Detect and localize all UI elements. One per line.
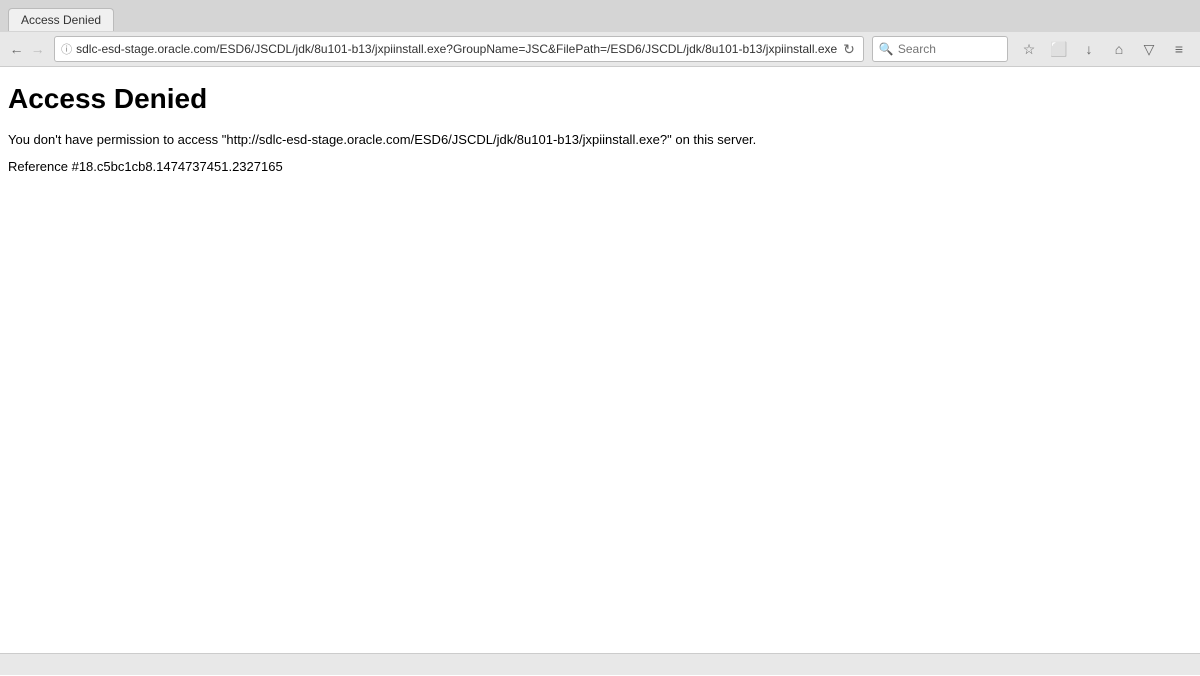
home-icon: ⌂ bbox=[1115, 41, 1123, 57]
toolbar-right-icons: ☆ ⬜ ↓ ⌂ ▽ ≡ bbox=[1016, 36, 1192, 62]
back-button[interactable]: ← bbox=[8, 36, 25, 62]
address-text: sdlc-esd-stage.oracle.com/ESD6/JSCDL/jdk… bbox=[76, 42, 837, 56]
screenshot-button[interactable]: ⬜ bbox=[1046, 36, 1072, 62]
bookmark-button[interactable]: ☆ bbox=[1016, 36, 1042, 62]
pocket-button[interactable]: ▽ bbox=[1136, 36, 1162, 62]
home-button[interactable]: ⌂ bbox=[1106, 36, 1132, 62]
page-content: Access Denied You don't have permission … bbox=[0, 67, 1200, 676]
bookmark-icon: ☆ bbox=[1023, 41, 1036, 58]
page-description: You don't have permission to access "htt… bbox=[8, 131, 1192, 149]
forward-button[interactable]: → bbox=[29, 36, 46, 62]
menu-icon: ≡ bbox=[1175, 41, 1183, 57]
pocket-icon: ▽ bbox=[1144, 41, 1155, 58]
search-icon: 🔍 bbox=[879, 42, 894, 56]
address-bar[interactable]: ⓘ sdlc-esd-stage.oracle.com/ESD6/JSCDL/j… bbox=[54, 36, 864, 62]
status-bar bbox=[0, 653, 1200, 675]
toolbar: ← → ⓘ sdlc-esd-stage.oracle.com/ESD6/JSC… bbox=[0, 32, 1200, 66]
search-bar[interactable]: 🔍 bbox=[872, 36, 1008, 62]
download-button[interactable]: ↓ bbox=[1076, 36, 1102, 62]
forward-icon: → bbox=[31, 41, 45, 57]
active-tab[interactable]: Access Denied bbox=[8, 8, 114, 31]
tab-bar: Access Denied bbox=[0, 0, 1200, 32]
page-title: Access Denied bbox=[8, 83, 1192, 115]
screenshot-icon: ⬜ bbox=[1050, 41, 1067, 58]
menu-button[interactable]: ≡ bbox=[1166, 36, 1192, 62]
browser-chrome: Access Denied ← → ⓘ sdlc-esd-stage.oracl… bbox=[0, 0, 1200, 67]
reload-icon[interactable]: ↻ bbox=[841, 39, 857, 60]
lock-icon: ⓘ bbox=[61, 41, 72, 57]
download-icon: ↓ bbox=[1086, 41, 1093, 57]
back-icon: ← bbox=[10, 41, 24, 57]
page-reference: Reference #18.c5bc1cb8.1474737451.232716… bbox=[8, 159, 1192, 174]
search-input[interactable] bbox=[898, 42, 1001, 56]
